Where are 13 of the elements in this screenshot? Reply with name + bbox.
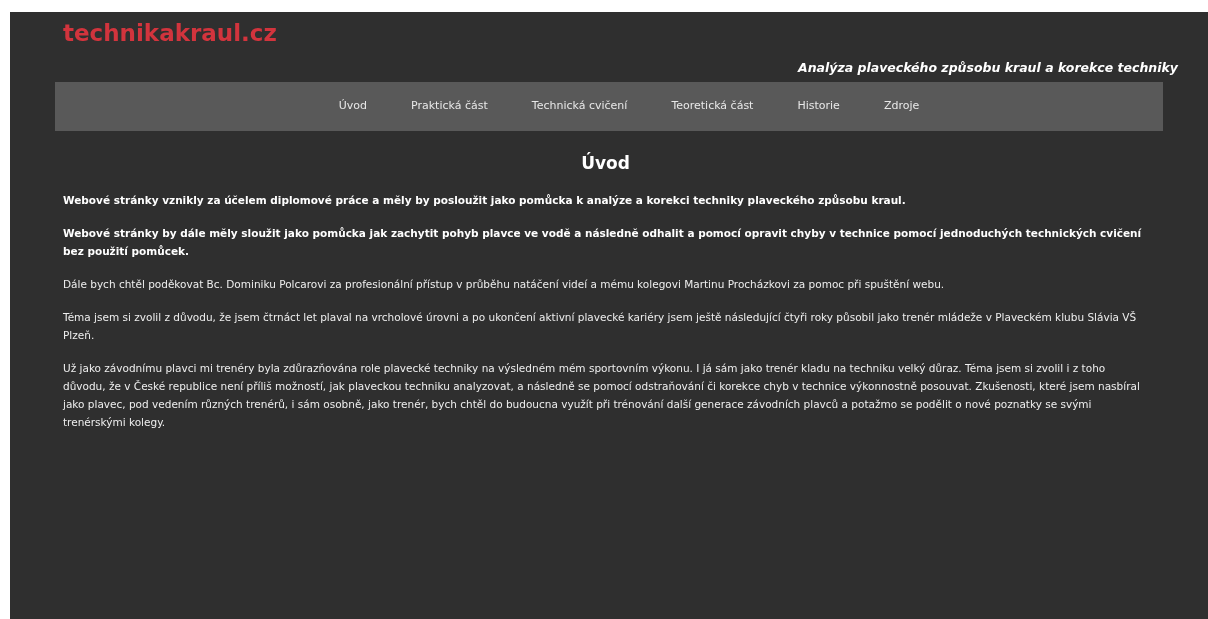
paragraph: Už jako závodnímu plavci mi trenéry byla zdůrazňována role plavecké techniky na výsledném mém sportovním výkonu. I já sám jako trenér kladu na techniku velký důraz. Téma jsem si zvolil i z toho důvodu, že v České republice není příliš možností, jak plaveckou techniku analyzovat, a následně se pomocí odstraňování či korekce chyb v technice výkonnostně posouvat. Zkušenosti, které jsem nasbíral jako plavec, pod vedením různých trenérů, i sám osobně, jako trenér, bych chtěl do budoucna využít při trénování další generace závodních plavců a potažmo se podělit o nové poznatky se svými trenérskými kolegy. [63, 360, 1141, 430]
paragraph: Dále bych chtěl poděkovat Bc. Dominiku Polcarovi za profesionální přístup v průběhu natáčení videí a mému kolegovi Martinu Procházkovi za pomoc při spuštění webu. [63, 276, 946, 292]
paragraph: Webové stránky vznikly za účelem diplomové práce a měly by posloužit jako pomůcka k analýze a korekci techniky plaveckého způsobu kraul. [63, 192, 907, 208]
site-tagline: Analýza plaveckého způsobu kraul a korekce techniky [797, 59, 1178, 78]
page-heading: Úvod [580, 151, 631, 175]
nav-link[interactable]: Teoretická část [671, 98, 754, 115]
paragraph: Téma jsem si zvolil z důvodu, že jsem čtrnáct let plaval na vrcholové úrovni a po ukončení aktivní plavecké kariéry jsem ještě následující čtyři roky působil jako trenér mládeže v Plaveckém klubu Slávia VŠ Plzeň. [63, 309, 1138, 343]
nav-link[interactable]: Úvod [338, 98, 368, 115]
nav-link[interactable]: Zdroje [883, 98, 920, 115]
paragraph: Webové stránky by dále měly sloužit jako pomůcka jak zachytit pohyb plavce ve vodě a následně odhalit a pomocí opravit chyby v technice pomocí jednoduchých technických cvičení bez použití pomůcek. [63, 225, 1143, 259]
nav-link[interactable]: Technická cvičení [531, 98, 628, 115]
nav-link[interactable]: Praktická část [411, 98, 488, 115]
nav-link[interactable]: Historie [797, 98, 840, 115]
